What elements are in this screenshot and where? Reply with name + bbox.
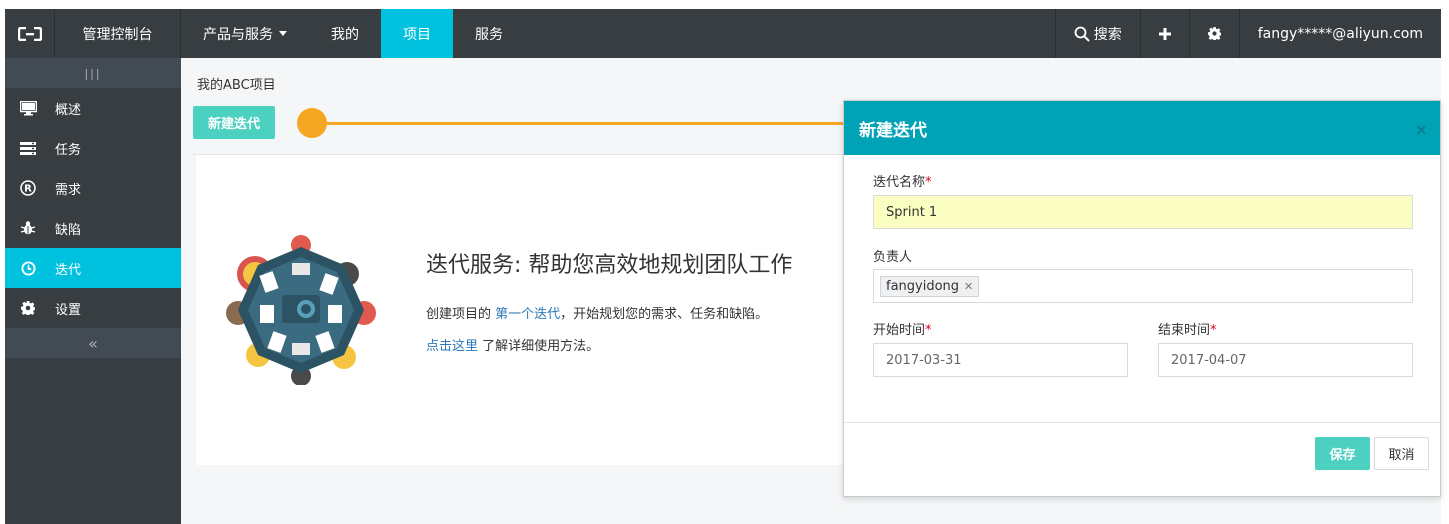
click-here-link[interactable]: 点击这里 xyxy=(426,339,478,354)
label-text: 迭代名称 xyxy=(873,175,926,190)
registered-icon: R xyxy=(19,179,37,197)
sidebar-collapse-button[interactable]: « xyxy=(5,328,181,358)
new-iteration-button[interactable]: 新建迭代 xyxy=(193,106,275,139)
iteration-name-input[interactable]: Sprint 1 xyxy=(873,195,1413,229)
owner-select[interactable]: fangyidong ✕ xyxy=(873,269,1413,303)
gear-icon xyxy=(1207,27,1221,40)
description-prefix: 创建项目的 xyxy=(426,307,496,322)
owner-tag-label: fangyidong xyxy=(886,278,960,294)
tasks-icon xyxy=(19,139,37,157)
sidebar: ||| 概述 任务 R 需求 缺陷 迭代 设置 « xyxy=(5,58,181,524)
caret-down-icon xyxy=(279,31,287,36)
cancel-button[interactable]: 取消 xyxy=(1374,437,1429,470)
settings-button[interactable] xyxy=(1188,9,1239,58)
aliyun-logo[interactable] xyxy=(5,9,55,58)
modal-footer-divider xyxy=(844,422,1440,423)
nav-mine[interactable]: 我的 xyxy=(309,9,381,58)
timeline-line xyxy=(327,122,847,125)
bug-icon xyxy=(19,219,37,237)
sidebar-item-label: 概述 xyxy=(55,102,82,118)
owner-tag: fangyidong ✕ xyxy=(880,275,980,297)
close-icon[interactable]: × xyxy=(1415,120,1428,139)
help-suffix: 了解详细使用方法。 xyxy=(478,339,600,354)
iteration-name-label: 迭代名称* xyxy=(873,171,932,190)
required-mark: * xyxy=(925,323,932,338)
logo-icon xyxy=(17,26,42,41)
owner-label: 负责人 xyxy=(873,250,913,265)
clock-icon xyxy=(19,259,37,277)
remove-tag-icon[interactable]: ✕ xyxy=(964,280,973,293)
modal-header: 新建迭代 × xyxy=(844,101,1440,155)
sidebar-item-label: 设置 xyxy=(55,302,82,318)
help-text: 点击这里 了解详细使用方法。 xyxy=(426,335,599,354)
label-text: 开始时间 xyxy=(873,323,926,338)
sidebar-item-tasks[interactable]: 任务 xyxy=(5,128,181,168)
empty-state-description: 创建项目的 第一个迭代，开始规划您的需求、任务和缺陷。 xyxy=(426,303,768,322)
user-account-menu[interactable]: fangy*****@aliyun.com xyxy=(1238,9,1441,58)
description-suffix: ，开始规划您的需求、任务和缺陷。 xyxy=(560,307,769,322)
gear-icon xyxy=(19,299,37,317)
sidebar-item-requirements[interactable]: R 需求 xyxy=(5,168,181,208)
new-iteration-modal: 新建迭代 × 迭代名称* Sprint 1 负责人 fangyidong ✕ 开… xyxy=(843,100,1441,497)
add-button[interactable] xyxy=(1139,9,1189,58)
required-mark: * xyxy=(1210,323,1217,338)
nav-services[interactable]: 服务 xyxy=(453,9,525,58)
plus-icon xyxy=(1158,27,1171,40)
sidebar-item-iterations[interactable]: 迭代 xyxy=(5,248,181,288)
sidebar-item-label: 缺陷 xyxy=(55,222,82,238)
timeline-dot[interactable] xyxy=(297,108,327,138)
nav-label: 产品与服务 xyxy=(203,26,273,43)
sidebar-item-settings[interactable]: 设置 xyxy=(5,288,181,328)
label-text: 结束时间 xyxy=(1158,323,1211,338)
breadcrumb[interactable]: 我的ABC项目 xyxy=(197,74,276,93)
team-meeting-illustration xyxy=(226,235,376,385)
search-icon xyxy=(1074,26,1090,42)
first-iteration-link[interactable]: 第一个迭代 xyxy=(495,307,560,322)
empty-state-title: 迭代服务: 帮助您高效地规划团队工作 xyxy=(426,253,793,278)
sidebar-item-label: 需求 xyxy=(55,182,82,198)
nav-products-services[interactable]: 产品与服务 xyxy=(181,9,309,58)
search-button[interactable]: 搜索 xyxy=(1054,9,1140,58)
nav-projects[interactable]: 项目 xyxy=(381,9,453,58)
sidebar-item-label: 任务 xyxy=(55,142,82,158)
end-date-label: 结束时间* xyxy=(1158,319,1217,338)
sidebar-item-label: 迭代 xyxy=(55,262,82,278)
monitor-icon xyxy=(19,99,37,117)
search-label: 搜索 xyxy=(1093,26,1122,43)
end-date-input[interactable]: 2017-04-07 xyxy=(1158,343,1413,377)
start-date-label: 开始时间* xyxy=(873,319,932,338)
sidebar-item-bugs[interactable]: 缺陷 xyxy=(5,208,181,248)
save-button[interactable]: 保存 xyxy=(1315,437,1370,470)
top-navbar: 管理控制台 产品与服务 我的 项目 服务 搜索 fangy*****@aliyu… xyxy=(5,9,1441,58)
svg-text:R: R xyxy=(24,184,32,195)
console-link[interactable]: 管理控制台 xyxy=(55,9,181,58)
sidebar-item-overview[interactable]: 概述 xyxy=(5,88,181,128)
modal-title: 新建迭代 xyxy=(859,120,927,141)
required-mark: * xyxy=(925,175,932,190)
sidebar-toggle-top[interactable]: ||| xyxy=(5,58,181,88)
start-date-input[interactable]: 2017-03-31 xyxy=(873,343,1128,377)
empty-state-card: 迭代服务: 帮助您高效地规划团队工作 创建项目的 第一个迭代，开始规划您的需求、… xyxy=(196,155,856,465)
